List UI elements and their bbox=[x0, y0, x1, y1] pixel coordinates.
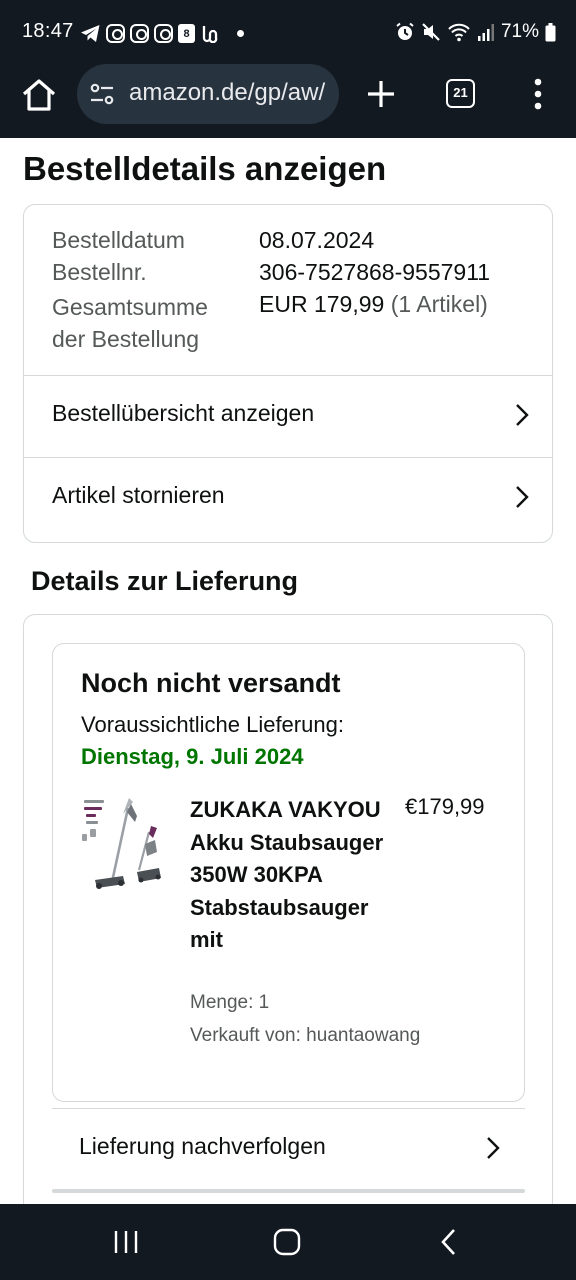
order-total-label: Gesamtsumme der Bestellung bbox=[52, 291, 208, 355]
system-nav-bar bbox=[0, 1204, 576, 1280]
product-seller: Verkauft von: huantaowang bbox=[190, 1025, 421, 1046]
order-date-row: Bestelldatum 08.07.2024 bbox=[52, 227, 542, 259]
alarm-icon bbox=[396, 22, 414, 40]
browser-toolbar: amazon.de/gp/aw/ 21 bbox=[0, 64, 576, 138]
order-number-label: Bestellnr. bbox=[52, 259, 147, 285]
home-icon[interactable] bbox=[20, 76, 58, 114]
calendar-icon: 8 bbox=[178, 23, 195, 43]
mute-icon bbox=[422, 23, 440, 41]
shipment-box: Noch nicht versandt Voraussichtliche Lie… bbox=[52, 643, 525, 1102]
cancel-items-link[interactable]: Artikel stornieren bbox=[24, 457, 552, 541]
order-total-label-line2: der Bestellung bbox=[52, 326, 200, 352]
order-total-label-line1: Gesamtsumme bbox=[52, 294, 208, 320]
back-icon[interactable] bbox=[438, 1226, 460, 1258]
dot-icon bbox=[237, 29, 244, 37]
order-date-value: 08.07.2024 bbox=[259, 227, 375, 253]
product-price: €179,99 bbox=[405, 794, 485, 819]
new-tab-icon[interactable] bbox=[362, 75, 400, 113]
chevron-right-icon bbox=[516, 404, 529, 426]
status-bar: 18:47 8 71% bbox=[0, 0, 576, 64]
order-summary: Bestelldatum 08.07.2024 Bestellnr. 306-7… bbox=[52, 227, 542, 357]
address-bar[interactable]: amazon.de/gp/aw/ bbox=[77, 64, 339, 124]
delivery-section-title: Details zur Lieferung bbox=[31, 566, 299, 596]
delivery-estimate-date: Dienstag, 9. Juli 2024 bbox=[81, 744, 304, 769]
chevron-right-icon bbox=[516, 486, 529, 508]
product-title[interactable]: ZUKAKA VAKYOU Akku Staubsauger 350W 30KP… bbox=[190, 794, 395, 957]
order-item-count: (1 Artikel) bbox=[390, 291, 488, 317]
telegram-icon bbox=[81, 24, 100, 42]
url-text[interactable]: amazon.de/gp/aw/ bbox=[129, 79, 325, 107]
order-total-value: EUR 179,99 (1 Artikel) bbox=[259, 291, 488, 318]
order-summary-card: Bestelldatum 08.07.2024 Bestellnr. 306-7… bbox=[23, 204, 553, 543]
battery-percentage: 71% bbox=[500, 21, 539, 42]
recents-icon[interactable] bbox=[112, 1226, 140, 1258]
delivery-estimate-label: Voraussichtliche Lieferung: bbox=[81, 712, 344, 737]
home-nav-icon[interactable] bbox=[272, 1226, 302, 1258]
system-icons: 71% bbox=[395, 20, 556, 44]
instagram-icon bbox=[154, 23, 173, 43]
page-content: Bestelldetails anzeigen Bestelldatum 08.… bbox=[0, 138, 576, 1204]
tabs-icon[interactable]: 21 bbox=[446, 79, 475, 108]
track-package-link[interactable]: Lieferung nachverfolgen bbox=[52, 1108, 525, 1190]
battery-icon bbox=[545, 22, 556, 41]
site-settings-icon[interactable] bbox=[89, 81, 115, 107]
wifi-icon bbox=[448, 23, 470, 42]
more-icon[interactable] bbox=[524, 76, 552, 112]
order-number-row: Bestellnr. 306-7527868-9557911 bbox=[52, 259, 542, 291]
notification-icons: 8 bbox=[80, 22, 244, 44]
order-date-label: Bestelldatum bbox=[52, 227, 185, 253]
delivery-card: Noch nicht versandt Voraussichtliche Lie… bbox=[23, 614, 553, 1204]
product-quantity: Menge: 1 bbox=[190, 992, 270, 1013]
instagram-icon bbox=[106, 23, 125, 43]
instagram-icon bbox=[130, 23, 149, 43]
page-title: Bestelldetails anzeigen bbox=[23, 150, 387, 187]
shipment-status: Noch nicht versandt bbox=[81, 668, 341, 698]
order-number-value: 306-7527868-9557911 bbox=[259, 259, 491, 285]
product-image[interactable] bbox=[81, 794, 171, 898]
cancel-items-label: Artikel stornieren bbox=[52, 482, 225, 508]
order-total-row: Gesamtsumme der Bestellung EUR 179,99 (1 … bbox=[52, 291, 542, 357]
order-total-amount: EUR 179,99 bbox=[259, 291, 385, 317]
view-order-summary-label: Bestellübersicht anzeigen bbox=[52, 400, 315, 426]
chevron-right-icon bbox=[487, 1137, 500, 1159]
view-order-summary-link[interactable]: Bestellübersicht anzeigen bbox=[24, 375, 552, 457]
signal-icon bbox=[477, 24, 494, 41]
status-time: 18:47 bbox=[22, 20, 74, 42]
track-package-label: Lieferung nachverfolgen bbox=[79, 1133, 326, 1159]
threads-icon bbox=[202, 26, 218, 43]
divider bbox=[52, 1189, 525, 1193]
